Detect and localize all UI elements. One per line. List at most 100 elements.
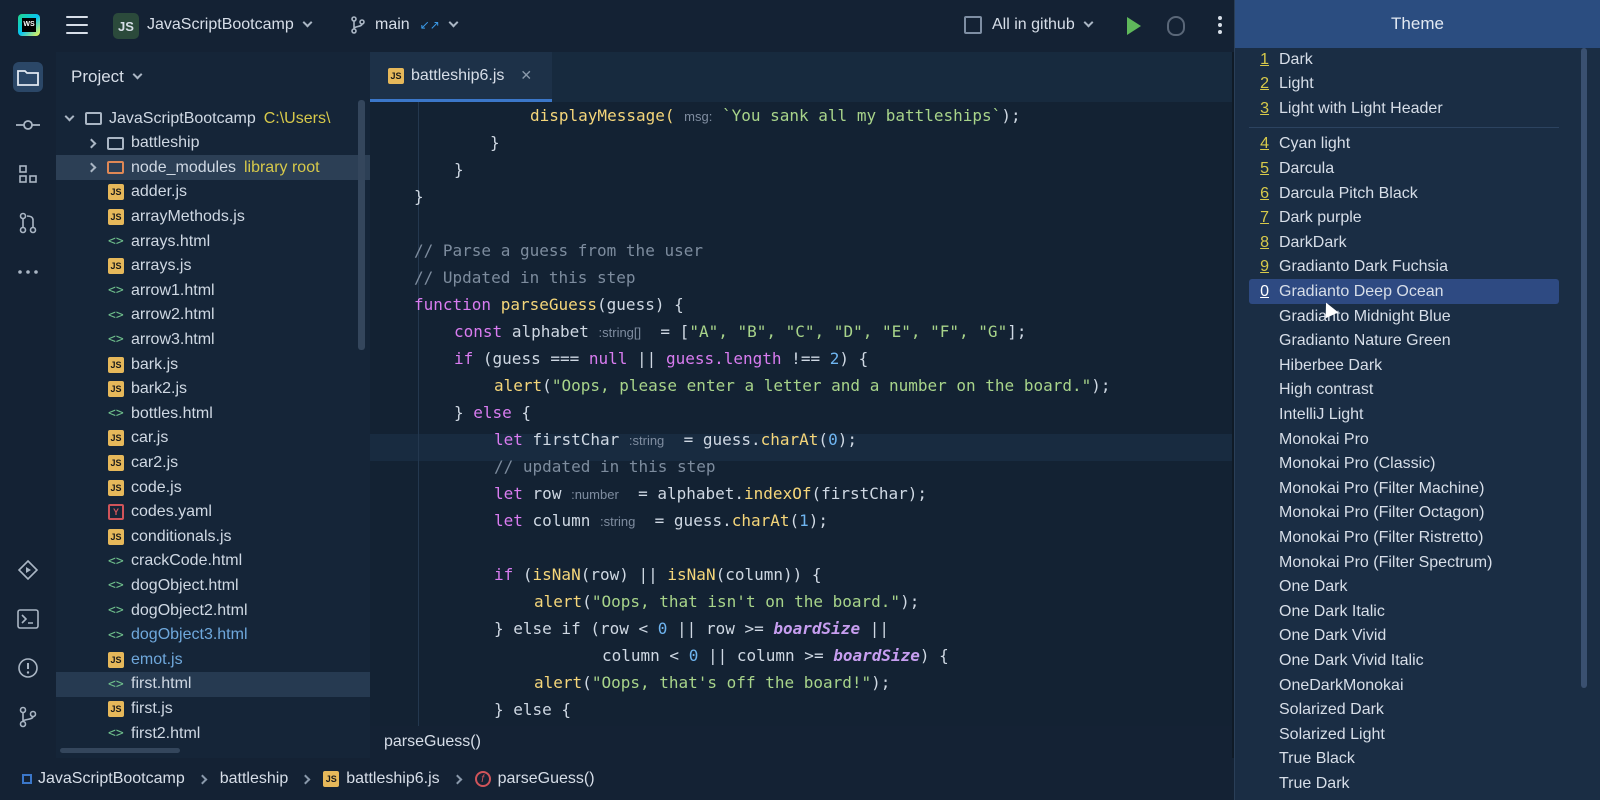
theme-item[interactable]: Hiberbee Dark <box>1249 353 1559 378</box>
theme-item[interactable]: One Dark Vivid <box>1249 624 1559 649</box>
close-icon[interactable]: ✕ <box>520 67 532 84</box>
theme-item[interactable]: Monokai Pro (Classic) <box>1249 452 1559 477</box>
tree-item[interactable]: JS emot.js <box>56 647 370 672</box>
theme-item-label: Dark purple <box>1279 209 1362 227</box>
html-file-icon: <> <box>108 283 124 299</box>
tree-item[interactable]: JS adder.js <box>56 180 370 205</box>
tree-item[interactable]: <> dogObject3.html <box>56 623 370 648</box>
project-panel-header[interactable]: Project <box>56 52 370 102</box>
editor-breadcrumb-bar[interactable]: parseGuess() <box>370 726 1232 758</box>
structure-tool-icon[interactable] <box>13 159 43 189</box>
theme-item[interactable]: 3 Light with Light Header <box>1249 96 1559 121</box>
chevron-right-icon[interactable] <box>86 138 97 149</box>
theme-item[interactable]: Monokai Pro (Filter Ristretto) <box>1249 525 1559 550</box>
tree-item[interactable]: JS arrayMethods.js <box>56 204 370 229</box>
tree-item[interactable]: <> dogObject.html <box>56 573 370 598</box>
theme-item[interactable]: 6 Darcula Pitch Black <box>1249 181 1559 206</box>
theme-item[interactable]: True Black <box>1249 747 1559 772</box>
project-switcher[interactable]: JavaScriptBootcamp <box>147 16 313 34</box>
theme-item[interactable]: True Dark <box>1249 771 1559 796</box>
theme-item[interactable]: 5 Darcula <box>1249 156 1559 181</box>
chevron-right-icon[interactable] <box>86 162 97 173</box>
nav-item-function[interactable]: parseGuess() <box>498 770 595 788</box>
theme-item-label: DarkDark <box>1279 233 1347 251</box>
tree-item[interactable]: JS conditionals.js <box>56 524 370 549</box>
tab-battleship6-js[interactable]: JS battleship6.js ✕ <box>370 52 552 102</box>
code-editor[interactable]: displayMessage( msg: `You sank all my ba… <box>370 102 1232 726</box>
tree-item[interactable]: JS first.js <box>56 696 370 721</box>
tree-item[interactable]: <> arrays.html <box>56 229 370 254</box>
tree-item[interactable]: <> first2.html <box>56 721 370 746</box>
tree-item[interactable]: <> crackCode.html <box>56 549 370 574</box>
debug-icon[interactable] <box>1167 16 1185 36</box>
git-tool-icon[interactable] <box>13 702 43 732</box>
tree-item[interactable]: battleship <box>56 131 370 156</box>
tree-item[interactable]: <> arrow2.html <box>56 303 370 328</box>
theme-item[interactable]: High contrast <box>1249 378 1559 403</box>
theme-item[interactable]: 2 Light <box>1249 72 1559 97</box>
tree-item[interactable]: <> first.html <box>56 671 370 697</box>
more-actions-icon[interactable] <box>1218 16 1222 34</box>
run-configuration-selector[interactable]: All in github <box>964 16 1094 34</box>
tree-item[interactable]: <> dogObject2.html <box>56 598 370 623</box>
project-badge[interactable]: JS <box>113 13 139 39</box>
theme-item[interactable]: Monokai Pro (Filter Octagon) <box>1249 501 1559 526</box>
theme-item[interactable]: OneDarkMonokai <box>1249 673 1559 698</box>
theme-item[interactable]: 1 Dark <box>1249 47 1559 72</box>
main-menu-icon[interactable] <box>66 16 88 34</box>
project-tree-hscrollbar[interactable] <box>60 748 180 753</box>
nav-item-folder[interactable]: battleship <box>220 770 289 788</box>
theme-item[interactable]: One Dark Italic <box>1249 599 1559 624</box>
services-tool-icon[interactable] <box>13 555 43 585</box>
tree-item[interactable]: JavaScriptBootcamp C:\Users\ <box>56 106 370 131</box>
theme-item[interactable]: Gradianto Midnight Blue <box>1249 304 1559 329</box>
tree-item[interactable]: JS arrays.js <box>56 254 370 279</box>
vcs-branch-widget[interactable]: main ↙↗ <box>350 16 459 34</box>
js-file-icon: JS <box>108 381 124 398</box>
chevron-down-icon[interactable] <box>64 111 75 122</box>
project-tree-scrollbar[interactable] <box>358 100 365 350</box>
theme-item-label: Monokai Pro (Filter Octagon) <box>1279 504 1485 522</box>
theme-list-scrollbar[interactable] <box>1581 48 1587 688</box>
tree-item-label: bark2.js <box>131 380 188 398</box>
theme-item[interactable]: 9 Gradianto Dark Fuchsia <box>1249 255 1559 280</box>
editor-breadcrumb-function[interactable]: parseGuess() <box>384 733 481 750</box>
tree-item[interactable]: Ycodes.yaml <box>56 500 370 525</box>
project-tool-icon[interactable] <box>13 62 43 92</box>
theme-item[interactable]: Monokai Pro (Filter Machine) <box>1249 476 1559 501</box>
tree-item[interactable]: JS code.js <box>56 475 370 500</box>
tree-item[interactable]: JS car2.js <box>56 450 370 475</box>
tree-item[interactable]: JS car.js <box>56 426 370 451</box>
theme-item[interactable]: Monokai Pro <box>1249 427 1559 452</box>
theme-item[interactable]: Solarized Light <box>1249 722 1559 747</box>
js-file-icon: JS <box>108 430 124 447</box>
theme-item-label: Solarized Light <box>1279 725 1385 743</box>
tree-item[interactable]: JS bark2.js <box>56 377 370 402</box>
theme-item[interactable]: IntelliJ Light <box>1249 402 1559 427</box>
commit-tool-icon[interactable] <box>13 110 43 140</box>
theme-item-label: OneDarkMonokai <box>1279 676 1404 694</box>
problems-tool-icon[interactable] <box>13 653 43 683</box>
theme-item[interactable]: One Dark <box>1249 575 1559 600</box>
tree-item[interactable]: <> arrow1.html <box>56 278 370 303</box>
nav-item-project[interactable]: JavaScriptBootcamp <box>38 770 185 788</box>
tree-item[interactable]: <> bottles.html <box>56 401 370 426</box>
pull-requests-tool-icon[interactable] <box>13 208 43 238</box>
run-icon[interactable] <box>1127 17 1141 35</box>
theme-item[interactable]: 4 Cyan light <box>1249 132 1559 157</box>
tree-item[interactable]: node_modules library root <box>56 155 370 181</box>
theme-item[interactable]: Gradianto Nature Green <box>1249 329 1559 354</box>
more-tools-icon[interactable] <box>13 257 43 287</box>
theme-item[interactable]: One Dark Vivid Italic <box>1249 648 1559 673</box>
theme-item[interactable]: 7 Dark purple <box>1249 206 1559 231</box>
tree-item[interactable]: JS bark.js <box>56 352 370 377</box>
theme-item[interactable]: 0 Gradianto Deep Ocean <box>1249 279 1559 305</box>
terminal-tool-icon[interactable] <box>13 604 43 634</box>
tree-item[interactable]: <> arrow3.html <box>56 327 370 352</box>
nav-item-file[interactable]: battleship6.js <box>346 770 439 788</box>
theme-item[interactable]: Monokai Pro (Filter Spectrum) <box>1249 550 1559 575</box>
tree-item-label: arrayMethods.js <box>131 207 245 225</box>
theme-item[interactable]: Solarized Dark <box>1249 698 1559 723</box>
webstorm-logo-icon[interactable]: WS <box>18 14 40 36</box>
theme-item[interactable]: 8 DarkDark <box>1249 230 1559 255</box>
